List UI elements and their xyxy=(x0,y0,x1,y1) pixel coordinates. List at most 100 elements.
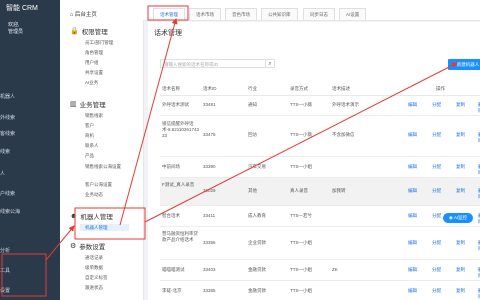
edit-link[interactable]: 编辑 xyxy=(408,240,417,246)
submenu-item[interactable]: 员工/部门管理 xyxy=(85,39,113,46)
submenu-item[interactable]: 产品 xyxy=(85,152,94,159)
dark-nav-item[interactable]: 外线索 xyxy=(0,114,15,122)
edit-link[interactable]: 编辑 xyxy=(408,164,417,170)
robot-icon: ◉ xyxy=(448,215,453,220)
dark-sidebar: 智能 CRM 欢迎, 管理员 机器人 外线索 客线索 线索 人 户线索 线索公海… xyxy=(0,0,60,300)
assign-link[interactable]: 分配 xyxy=(432,188,441,194)
cell-industry: 汽车交易 xyxy=(248,164,266,169)
search-input[interactable]: 请输入搜索的话术名称或ID xyxy=(160,59,266,68)
submenu-item[interactable]: 共享设置 xyxy=(85,69,103,76)
table-header: 话术名称 话术ID 行业 录音方式 话术描述 操作 xyxy=(160,83,480,96)
cell-industry: 企业贷款 xyxy=(248,240,266,245)
cell-record: 真人录音 xyxy=(290,188,308,193)
search-icon[interactable]: ⌕ xyxy=(266,59,275,68)
tab-sync-log[interactable]: 同步日志 xyxy=(303,8,335,20)
assign-link[interactable]: 分配 xyxy=(432,267,441,273)
submenu-group-permission[interactable]: 🔒 权限管理 xyxy=(70,26,108,36)
dark-nav-item[interactable]: 机器人 xyxy=(0,93,15,101)
cell-id: 33475 xyxy=(203,132,216,137)
cell-desc: 加我转 xyxy=(332,188,346,193)
dark-nav-item[interactable]: 分析 xyxy=(0,247,10,255)
cell-record: TTS—小姐 xyxy=(290,267,312,272)
assign-link[interactable]: 分配 xyxy=(432,102,441,108)
cell-industry: 金融贷款 xyxy=(248,288,266,293)
column-header: 话术名称 xyxy=(162,86,180,91)
submenu-item[interactable]: 跟进状态 xyxy=(85,284,103,291)
submenu-item[interactable]: 用户组 xyxy=(85,59,99,66)
assign-link[interactable]: 分配 xyxy=(432,240,441,246)
submenu-item[interactable]: 自定义标签 xyxy=(85,274,108,281)
cell-record: TTS—小薇 xyxy=(290,102,312,107)
submenu-item[interactable]: 业务动态 xyxy=(85,191,103,198)
cell-record: TTS—小薇 xyxy=(290,132,312,137)
submenu-home[interactable]: ⌂ 后台主页 xyxy=(70,10,97,18)
copy-link[interactable]: 复制 xyxy=(456,188,465,194)
submenu-group-robot[interactable]: ☻ 机器人管理 xyxy=(70,211,113,222)
dark-nav-item[interactable]: 工具 xyxy=(0,267,10,275)
submenu-group-params[interactable]: ⚙ 参数设置 xyxy=(70,241,105,251)
table-row: 营马融资恒利率贷款产品介绍话术 33396 企业贷款 TTS—小姐 编辑 分配 … xyxy=(160,227,480,260)
submenu-item[interactable]: 角色管理 xyxy=(85,49,103,56)
dark-nav-item[interactable]: 户线索 xyxy=(0,190,15,198)
assign-link[interactable]: 分配 xyxy=(432,132,441,138)
cell-industry: 成人教育 xyxy=(248,213,266,218)
cell-industry: 通知 xyxy=(248,102,257,107)
tab-script-management[interactable]: 话术管理 xyxy=(153,8,185,20)
copy-link[interactable]: 复制 xyxy=(456,288,465,294)
new-robot-button[interactable]: 新建机器人 xyxy=(448,59,480,70)
user-name: 管理员 xyxy=(8,29,24,35)
edit-link[interactable]: 编辑 xyxy=(408,188,417,194)
cell-id: 33385 xyxy=(203,288,216,293)
table-row: 锁信提醒外呼话术-8.62110261743 33 33475 回访 TTS—小… xyxy=(160,116,480,157)
dark-nav-item[interactable]: 人 xyxy=(0,170,5,178)
submenu-group-business[interactable]: ▥ 业务管理 xyxy=(70,99,106,109)
cell-name: 营马融资恒利率贷款产品介绍话术 xyxy=(162,231,198,242)
column-header: 话术ID xyxy=(203,86,217,91)
column-header: 行业 xyxy=(248,86,257,91)
copy-link[interactable]: 复制 xyxy=(456,132,465,138)
tab-knowledge-base[interactable]: 公共知识库 xyxy=(261,8,298,20)
edit-link[interactable]: 编辑 xyxy=(408,213,417,219)
tab-voice-market[interactable]: 音色市场 xyxy=(225,8,257,20)
copy-link[interactable]: 复制 xyxy=(456,267,465,273)
edit-link[interactable]: 编辑 xyxy=(408,288,417,294)
dark-nav-item[interactable]: 客线索 xyxy=(0,130,15,138)
tab-script-market[interactable]: 话术市场 xyxy=(189,8,221,20)
copy-link[interactable]: 复制 xyxy=(456,240,465,246)
cell-industry: 回访 xyxy=(248,132,257,137)
ai-monitor-button[interactable]: ◉ AI监控 xyxy=(443,213,473,223)
column-header: 录音方式 xyxy=(290,86,308,91)
submenu-item[interactable]: 级单数据 xyxy=(85,264,103,271)
dark-nav-item-settings[interactable]: 设置 xyxy=(0,287,10,295)
submenu-item-robot-management[interactable]: 机器人管理 xyxy=(80,224,129,231)
dark-nav-item[interactable]: 线索 xyxy=(0,148,10,156)
submenu-item[interactable]: 销售线索 xyxy=(85,112,103,119)
copy-link[interactable]: 复制 xyxy=(456,164,465,170)
assign-link[interactable]: 分配 xyxy=(432,288,441,294)
edit-link[interactable]: 编辑 xyxy=(408,102,417,108)
dark-nav-item[interactable]: 线索公海 xyxy=(0,208,20,216)
submenu-item[interactable]: 商机 xyxy=(85,132,94,139)
copy-link[interactable]: 复制 xyxy=(456,102,465,108)
assign-link[interactable]: 分配 xyxy=(432,164,441,170)
submenu-group-label: 权限管理 xyxy=(81,29,108,36)
cell-name: F测试_真人录音 xyxy=(162,182,195,187)
column-header: 话术描述 xyxy=(332,86,350,91)
cell-name: 中前间场 xyxy=(162,164,180,169)
tab-ai-settings[interactable]: AI设置 xyxy=(339,8,367,20)
edit-link[interactable]: 编辑 xyxy=(408,132,417,138)
cell-industry: 金融贷款 xyxy=(248,267,266,272)
assign-link[interactable]: 分配 xyxy=(432,213,441,219)
cell-name: 外呼话术测试 xyxy=(162,102,189,107)
submenu-item[interactable]: 客户 xyxy=(85,122,94,129)
submenu-item[interactable]: 销售线索公海设置 xyxy=(85,164,131,171)
submenu-item[interactable]: 联系人 xyxy=(85,142,99,149)
cell-id: 33396 xyxy=(203,240,216,245)
edit-link[interactable]: 编辑 xyxy=(408,267,417,273)
user-info: 欢迎, 管理员 xyxy=(8,22,23,36)
submenu-item[interactable]: AI业务 xyxy=(85,79,98,86)
submenu-item[interactable]: 通话记录 xyxy=(85,254,103,261)
cell-id: 33403 xyxy=(203,267,216,272)
page-title: 话术管理 xyxy=(154,30,182,37)
submenu-item[interactable]: 客户公海设置 xyxy=(85,181,112,188)
